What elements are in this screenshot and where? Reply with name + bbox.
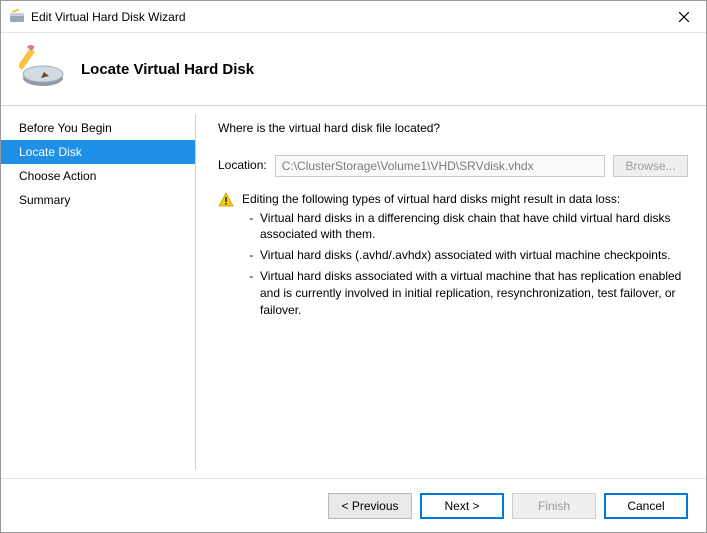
window-title: Edit Virtual Hard Disk Wizard [31, 10, 662, 24]
location-label: Location: [218, 157, 267, 174]
close-button[interactable] [662, 2, 706, 32]
next-button[interactable]: Next > [420, 493, 504, 519]
button-bar: < Previous Next > Finish Cancel [1, 478, 706, 532]
sidebar-step-choose-action[interactable]: Choose Action [1, 164, 195, 188]
sidebar-step-summary[interactable]: Summary [1, 188, 195, 212]
warning-item: Virtual hard disks (.avhd/.avhdx) associ… [260, 247, 688, 264]
warning-list: Virtual hard disks in a differencing dis… [242, 210, 688, 319]
sidebar-step-before-you-begin[interactable]: Before You Begin [1, 116, 195, 140]
title-bar: Edit Virtual Hard Disk Wizard [1, 1, 706, 33]
wizard-window: Edit Virtual Hard Disk Wizard Locate Vir… [0, 0, 707, 533]
close-icon [679, 12, 689, 22]
warning-icon [218, 192, 234, 208]
previous-button[interactable]: < Previous [328, 493, 412, 519]
warning-lead: Editing the following types of virtual h… [242, 192, 620, 206]
finish-button: Finish [512, 493, 596, 519]
prompt-text: Where is the virtual hard disk file loca… [218, 120, 688, 137]
wizard-body: Before You Begin Locate Disk Choose Acti… [1, 106, 706, 478]
disk-pencil-icon [19, 45, 67, 93]
warning-item: Virtual hard disks associated with a vir… [260, 268, 688, 318]
location-input[interactable] [275, 155, 605, 177]
app-icon [9, 9, 25, 25]
cancel-button[interactable]: Cancel [604, 493, 688, 519]
browse-button: Browse... [613, 155, 688, 177]
warning-text: Editing the following types of virtual h… [242, 191, 688, 323]
content-pane: Where is the virtual hard disk file loca… [196, 106, 706, 478]
warning-item: Virtual hard disks in a differencing dis… [260, 210, 688, 244]
warning-block: Editing the following types of virtual h… [218, 191, 688, 323]
page-header: Locate Virtual Hard Disk [1, 33, 706, 105]
location-row: Location: Browse... [218, 155, 688, 177]
steps-sidebar: Before You Begin Locate Disk Choose Acti… [1, 106, 195, 478]
sidebar-step-locate-disk[interactable]: Locate Disk [1, 140, 195, 164]
page-title: Locate Virtual Hard Disk [81, 61, 254, 78]
